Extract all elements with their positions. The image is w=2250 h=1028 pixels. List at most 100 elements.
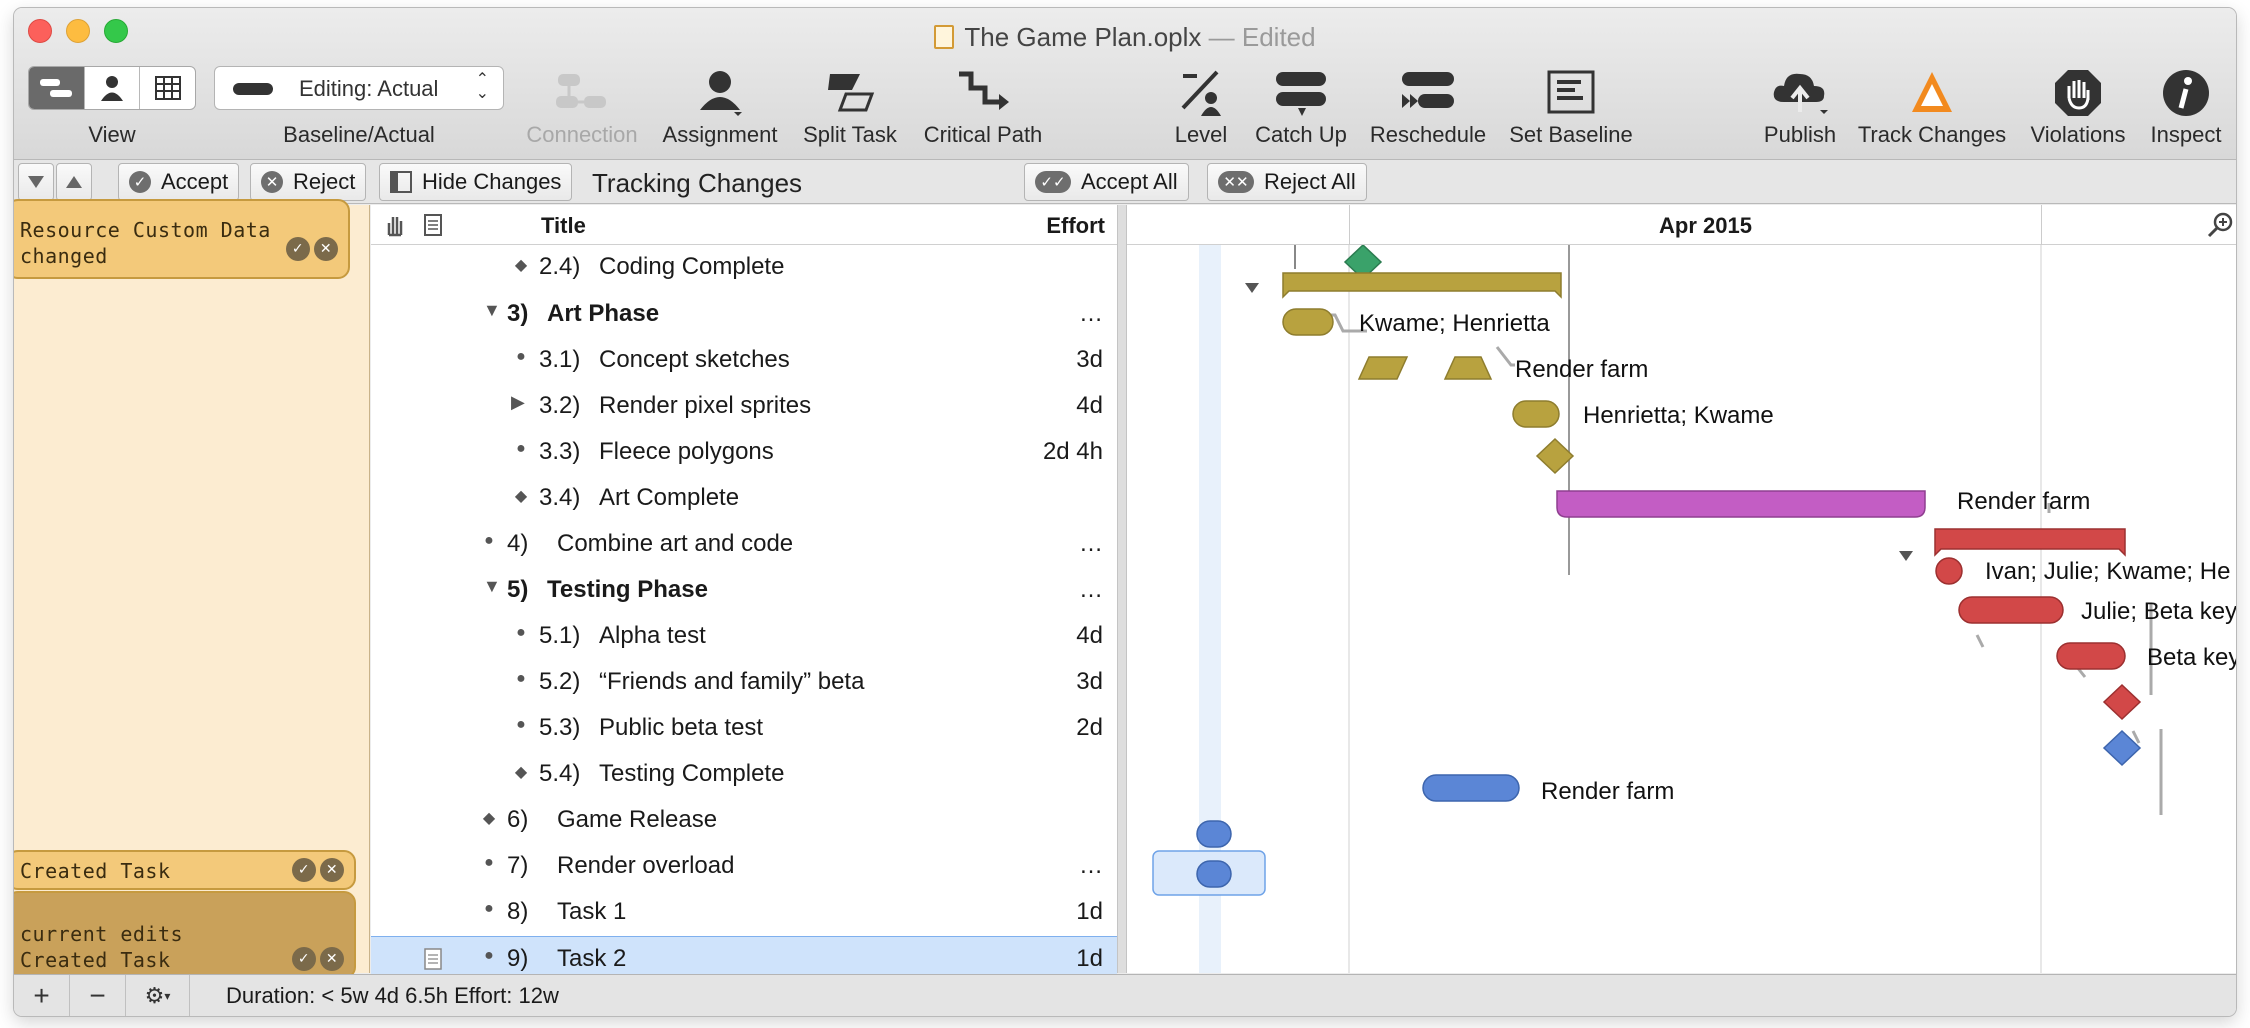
accept-change-icon[interactable]: ✓ [292,947,316,971]
cloud-publish-icon[interactable] [1770,68,1830,116]
zoom-icon[interactable] [2206,211,2234,239]
hide-changes-button[interactable]: Hide Changes [379,163,573,201]
baseline-actual-select[interactable]: Editing: Actual ⌃ ⌄ [214,66,504,110]
accept-change-icon[interactable]: ✓ [292,858,316,882]
catch-up-label[interactable]: Catch Up [1255,122,1347,148]
task-bar-task-2 [1196,860,1232,888]
task-row[interactable]: ● 4) Combine art and code … [371,522,1117,568]
title-column-header[interactable]: Title [541,213,586,239]
x-icon: ✕ [261,171,283,193]
task-view-button[interactable] [29,67,85,109]
task-row[interactable]: ● 5.3) Public beta test 2d [371,706,1117,752]
group-row[interactable]: ▼ 3) Art Phase … [371,292,1117,338]
bullet-icon: ● [484,947,494,964]
reject-change-icon[interactable]: ✕ [314,237,338,261]
double-x-icon: ✕✕ [1218,171,1254,193]
changes-sidebar: Resource Custom Data changed ✓ ✕ Created … [14,199,370,979]
reject-change-icon[interactable]: ✕ [320,858,344,882]
accept-change-icon[interactable]: ✓ [286,237,310,261]
track-changes-icon[interactable] [1908,68,1956,116]
window-title: The Game Plan.oplx — Edited [14,22,2236,53]
task-row[interactable]: ◆ 5.4) Testing Complete [371,752,1117,798]
level-icon[interactable] [1177,68,1225,116]
group-collapse-icon [1245,283,1259,293]
baseline-value: Editing: Actual [299,76,439,101]
catch-up-icon[interactable] [1272,68,1330,116]
add-task-button[interactable]: + [14,975,70,1016]
task-row[interactable]: ▶ 3.2) Render pixel sprites 4d [371,384,1117,430]
violations-label[interactable]: Violations [2031,122,2126,148]
bullet-icon: ● [484,532,494,549]
triangle-up-icon [66,176,82,188]
calendar-view-button[interactable] [140,67,195,109]
resource-view-button[interactable] [85,67,141,109]
assignment-icon[interactable] [696,68,744,116]
label-fleece: Henrietta; Kwame [1583,402,1774,429]
accept-all-button[interactable]: ✓✓ Accept All [1024,163,1189,201]
group-row[interactable]: ▼ 5) Testing Phase … [371,568,1117,614]
task-row[interactable]: ● 3.1) Concept sketches 3d [371,338,1117,384]
effort-column-header[interactable]: Effort [1046,213,1105,239]
connection-icon[interactable] [554,68,610,114]
reschedule-icon[interactable] [1398,68,1458,114]
task-row[interactable]: ● 5.2) “Friends and family” beta 3d [371,660,1117,706]
gantt-header: Apr 2015 [1127,205,2236,245]
connection-label[interactable]: Connection [526,122,637,148]
next-change-button[interactable] [56,163,92,201]
split-task-icon[interactable] [824,68,876,114]
note-icon[interactable] [423,947,443,971]
level-label[interactable]: Level [1175,122,1228,148]
disclosure-closed-icon[interactable]: ▶ [511,392,525,413]
critical-path-label[interactable]: Critical Path [924,122,1043,148]
publish-label[interactable]: Publish [1764,122,1836,148]
pane-splitter[interactable] [1117,205,1127,973]
accept-button[interactable]: ✓ Accept [118,163,240,201]
split-task-label[interactable]: Split Task [803,122,897,148]
person-icon [101,76,123,101]
previous-change-button[interactable] [18,163,54,201]
view-segmented-control[interactable] [28,66,196,110]
task-row[interactable]: ● 3.3) Fleece polygons 2d 4h [371,430,1117,476]
label-render: Render farm [1515,356,1648,383]
gear-icon: ⚙ [144,983,165,1008]
remove-task-button[interactable]: − [70,975,126,1016]
task-row[interactable]: ◆ 2.4) Coding Complete [371,245,1117,291]
reject-all-button[interactable]: ✕✕ Reject All [1207,163,1367,201]
set-baseline-label[interactable]: Set Baseline [1509,122,1633,148]
reschedule-label[interactable]: Reschedule [1370,122,1486,148]
toolbar: The Game Plan.oplx — Edited View Editing… [14,8,2236,160]
label-alpha: Ivan; Julie; Kwame; He [1985,558,2230,585]
task-view-icon [40,79,73,97]
task-row[interactable]: ◆ 3.4) Art Complete [371,476,1117,522]
track-changes-label[interactable]: Track Changes [1858,122,2006,148]
task-bar-friends-beta [1958,596,2064,624]
reject-button[interactable]: ✕ Reject [250,163,367,201]
label-concept: Kwame; Henrietta [1359,310,1550,337]
milestone-art-complete [1535,437,1575,475]
info-icon[interactable] [2161,68,2211,118]
inspect-label[interactable]: Inspect [2151,122,2222,148]
dependency-line [1975,634,1985,648]
assignment-label[interactable]: Assignment [663,122,778,148]
violations-icon[interactable] [2053,68,2103,118]
reject-change-icon[interactable]: ✕ [320,947,344,971]
change-note-created-task-2[interactable]: current edits Created Task ✓ ✕ [14,891,356,979]
task-row[interactable]: ● 5.1) Alpha test 4d [371,614,1117,660]
critical-path-icon[interactable] [955,68,1011,116]
action-menu-button[interactable]: ⚙ ▾ [126,975,190,1016]
task-row[interactable]: ◆ 6) Game Release [371,798,1117,844]
disclosure-open-icon[interactable]: ▼ [483,300,501,321]
task-row[interactable]: ● 8) Task 1 1d [371,890,1117,936]
gantt-canvas: Kwame; Henrietta Render farm Henrietta; … [1152,245,2236,973]
set-baseline-icon[interactable] [1545,68,1597,116]
tracking-changes-title: Tracking Changes [592,168,803,198]
stepper-arrows-icon: ⌃ ⌄ [475,71,489,102]
task-row[interactable]: ● 7) Render overload … [371,844,1117,890]
label-combine: Render farm [1957,488,2090,515]
change-note-created-task-1[interactable]: Created Task ✓ ✕ [14,850,356,890]
task-bar-render-sprites-b [1443,356,1493,380]
change-note-resource[interactable]: Resource Custom Data changed ✓ ✕ [14,199,350,279]
baseline-label: Baseline/Actual [283,122,435,147]
disclosure-open-icon[interactable]: ▼ [483,576,501,597]
summary-text: Duration: < 5w 4d 6.5h Effort: 12w [226,983,559,1008]
